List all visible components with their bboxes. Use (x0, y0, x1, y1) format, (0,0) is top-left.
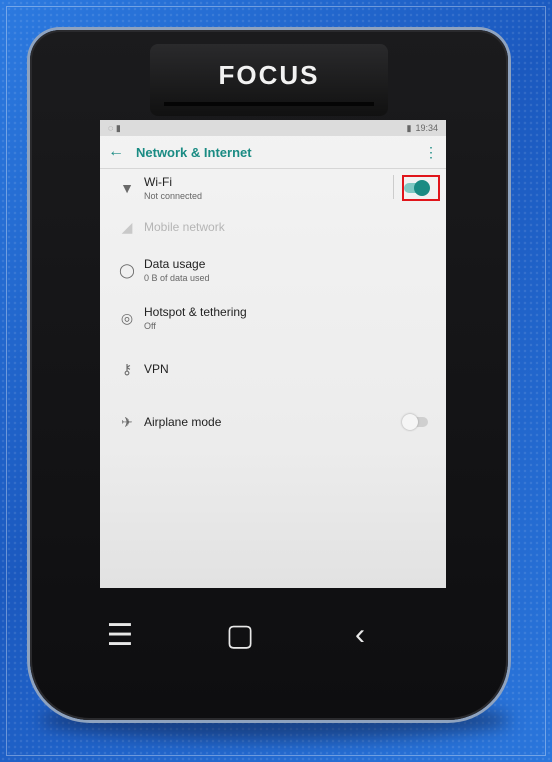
notification-icons: ◌ ▮ (108, 122, 121, 133)
hotspot-label: Hotspot & tethering (144, 305, 247, 319)
data-usage-label: Data usage (144, 257, 206, 271)
wifi-status: Not connected (144, 191, 203, 201)
airplane-toggle[interactable] (402, 414, 428, 430)
app-bar: ← Network & Internet ⋮ (100, 136, 446, 169)
key-icon: ⚷ (121, 360, 133, 377)
device-screen: ◌ ▮ ▮ 19:34 ← Network & Internet ⋮ ▼ Wi-… (100, 120, 446, 588)
airplane-row[interactable]: ✈ Airplane mode (100, 395, 446, 449)
paper-slot (164, 102, 374, 106)
data-usage-status: 0 B of data used (144, 273, 210, 283)
mobile-network-label: Mobile network (144, 220, 225, 234)
back-arrow-icon[interactable]: ← (108, 143, 136, 161)
battery-icon: ▮ (406, 122, 412, 133)
vpn-label: VPN (144, 362, 169, 376)
vpn-row[interactable]: ⚷ VPN (100, 343, 446, 395)
hotspot-icon: ◎ (120, 309, 134, 326)
clock: 19:34 (415, 123, 438, 133)
divider (393, 175, 394, 199)
airplane-icon: ✈ (121, 413, 133, 430)
mobile-network-row: ◢ Mobile network (100, 207, 446, 247)
data-usage-icon: ◯ (119, 261, 135, 278)
data-usage-row[interactable]: ◯ Data usage 0 B of data used (100, 247, 446, 293)
wifi-icon: ▼ (120, 180, 134, 196)
hotspot-status: Off (144, 321, 156, 331)
airplane-label: Airplane mode (144, 415, 222, 429)
page-title: Network & Internet (136, 144, 252, 160)
menu-icon[interactable]: ☰ (90, 618, 150, 653)
more-options-icon[interactable]: ⋮ (424, 144, 438, 161)
home-icon[interactable]: ▢ (210, 618, 270, 653)
wifi-label: Wi-Fi (144, 175, 172, 189)
highlight-box (402, 175, 440, 201)
brand-logo: FOCUS (218, 60, 320, 90)
hotspot-row[interactable]: ◎ Hotspot & tethering Off (100, 293, 446, 343)
signal-icon: ◢ (121, 218, 133, 235)
status-bar: ◌ ▮ ▮ 19:34 (100, 120, 446, 136)
wifi-row[interactable]: ▼ Wi-Fi Not connected (100, 169, 446, 207)
back-icon[interactable]: ‹ (330, 618, 390, 652)
printer-head: FOCUS (150, 44, 388, 116)
hardware-nav-bar: ☰ ▢ ‹ (60, 610, 420, 660)
